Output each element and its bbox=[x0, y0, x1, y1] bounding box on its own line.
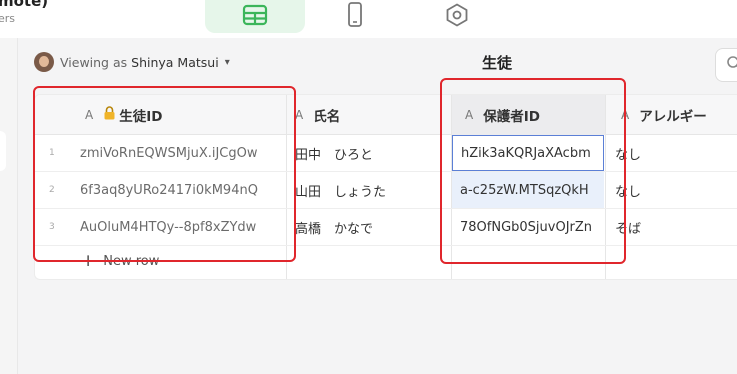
viewing-prefix: Viewing as bbox=[60, 54, 128, 70]
chevron-down-icon: ▾ bbox=[224, 56, 230, 68]
column-header-name[interactable]: A 氏名 bbox=[295, 95, 445, 135]
search-button[interactable] bbox=[715, 48, 737, 82]
viewer-name: Shinya Matsui bbox=[131, 54, 219, 70]
search-icon bbox=[726, 55, 737, 75]
tab-data[interactable] bbox=[205, 0, 305, 33]
column-label: アレルギー bbox=[639, 109, 707, 125]
avatar bbox=[34, 52, 54, 72]
annotation-box-student-id bbox=[33, 86, 296, 262]
cell-name[interactable]: 高橋 かなで bbox=[295, 209, 450, 245]
settings-icon bbox=[445, 2, 469, 31]
left-rail bbox=[0, 38, 18, 374]
viewing-as-selector[interactable]: Viewing as Shinya Matsui ▾ bbox=[34, 52, 230, 72]
cell-allergy[interactable]: なし bbox=[615, 172, 725, 208]
tab-layout[interactable] bbox=[320, 0, 390, 33]
tab-settings[interactable] bbox=[422, 0, 492, 33]
table-icon bbox=[242, 4, 268, 30]
column-label: 氏名 bbox=[313, 109, 341, 125]
cell-allergy[interactable]: なし bbox=[615, 135, 725, 171]
mobile-icon bbox=[347, 1, 363, 32]
cell-allergy[interactable]: そば bbox=[615, 209, 725, 245]
text-type-icon: A bbox=[295, 108, 304, 122]
top-bar: mote) ers bbox=[0, 0, 737, 38]
app-subtitle: ers bbox=[0, 12, 16, 25]
annotation-box-guardian-id bbox=[440, 78, 626, 264]
cell-name[interactable]: 田中 ひろと bbox=[295, 135, 450, 171]
rail-handle[interactable] bbox=[0, 131, 6, 171]
app-title: mote) bbox=[0, 0, 49, 10]
table-title: 生徒 bbox=[482, 54, 513, 72]
cell-name[interactable]: 山田 しょうた bbox=[295, 172, 450, 208]
column-header-allergy[interactable]: A アレルギー bbox=[621, 95, 737, 135]
